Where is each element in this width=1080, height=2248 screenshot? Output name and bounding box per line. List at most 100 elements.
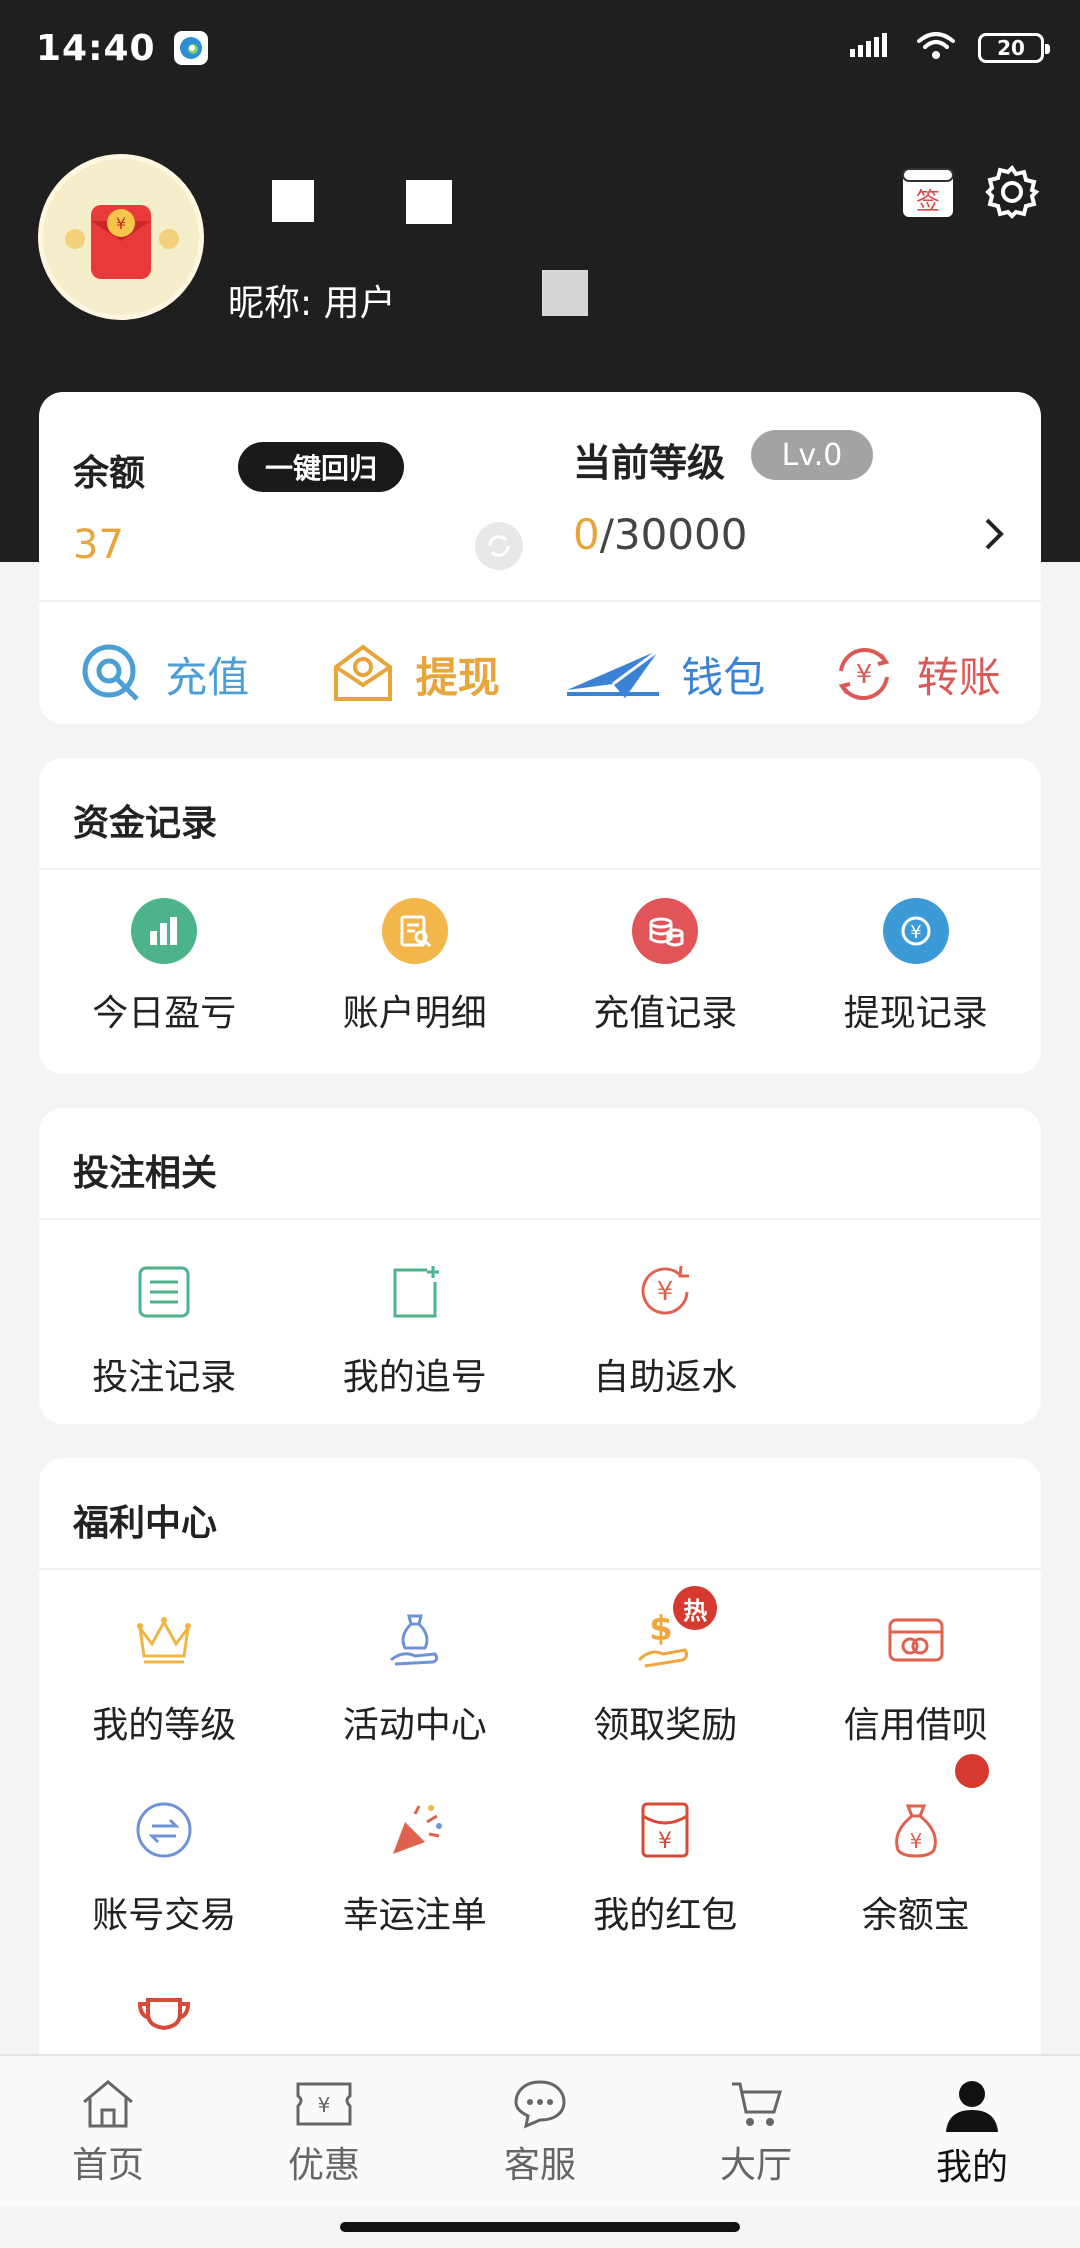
recharge-button[interactable]: 充值 bbox=[39, 624, 290, 724]
money-bag-icon: ¥ bbox=[880, 1794, 952, 1866]
wallet-button[interactable]: 钱包 bbox=[540, 624, 791, 724]
redacted-block bbox=[272, 180, 314, 222]
recharge-record-item[interactable]: 充值记录 bbox=[540, 898, 791, 1036]
level-target: /30000 bbox=[599, 510, 748, 559]
nav-home[interactable]: 首页 bbox=[0, 2056, 216, 2206]
svg-text:$: $ bbox=[649, 1609, 673, 1649]
account-trade-label: 账号交易 bbox=[92, 1895, 237, 1936]
home-indicator bbox=[340, 2222, 740, 2232]
balance-label: 余额 bbox=[73, 453, 146, 494]
withdraw-button[interactable]: 提现 bbox=[290, 624, 541, 724]
betting-grid: 投注记录 我的追号 ¥ 自助返水 bbox=[39, 1256, 1041, 1400]
bet-record-item[interactable]: 投注记录 bbox=[39, 1256, 290, 1400]
nav-home-label: 首页 bbox=[71, 2145, 144, 2186]
cart-icon bbox=[732, 2082, 783, 2126]
betting-card: 投注相关 投注记录 我的追号 ¥ 自助返水 bbox=[39, 1108, 1041, 1424]
level-badge: Lv.0 bbox=[751, 430, 873, 480]
withdraw-record-label: 提现记录 bbox=[843, 993, 988, 1034]
level-chevron-right-icon[interactable] bbox=[983, 514, 1007, 564]
settings-gear-icon[interactable] bbox=[982, 162, 1042, 222]
nav-promotions[interactable]: ¥ 优惠 bbox=[216, 2056, 432, 2206]
exchange-icon bbox=[128, 1794, 200, 1866]
trophy-icon bbox=[128, 1984, 200, 2056]
svg-text:¥: ¥ bbox=[318, 2093, 331, 2117]
welfare-section-title: 福利中心 bbox=[73, 1503, 218, 1544]
battery-indicator: 20 bbox=[978, 33, 1050, 63]
chat-icon bbox=[514, 2080, 566, 2129]
svg-text:¥: ¥ bbox=[116, 214, 126, 233]
signal-icon bbox=[850, 31, 894, 65]
self-rebate-item[interactable]: ¥ 自助返水 bbox=[540, 1256, 791, 1400]
crown-icon bbox=[128, 1604, 200, 1676]
my-chase-number-item[interactable]: 我的追号 bbox=[290, 1256, 541, 1400]
transfer-label: 转账 bbox=[916, 652, 1001, 702]
withdraw-label: 提现 bbox=[415, 652, 500, 702]
quick-actions-row: 充值 提现 钱包 ¥ 转账 bbox=[39, 624, 1041, 724]
bottom-navigation: 首页 ¥ 优惠 客服 大厅 我的 bbox=[0, 2054, 1080, 2206]
lucky-bet-label: 幸运注单 bbox=[342, 1895, 487, 1936]
self-rebate-label: 自助返水 bbox=[593, 1357, 738, 1398]
transfer-icon: ¥ bbox=[838, 647, 890, 701]
withdraw-record-icon: ¥ bbox=[882, 898, 949, 964]
credit-loan-item[interactable]: 信用借呗 bbox=[791, 1604, 1042, 1748]
status-time: 14:40 bbox=[36, 27, 156, 69]
my-level-item[interactable]: 我的等级 bbox=[39, 1604, 290, 1748]
coupon-icon: ¥ bbox=[296, 2082, 352, 2126]
claim-reward-item[interactable]: $ 热 领取奖励 bbox=[540, 1586, 791, 1748]
recharge-label: 充值 bbox=[165, 652, 250, 702]
nav-customer-service[interactable]: 客服 bbox=[432, 2056, 648, 2206]
activity-center-item[interactable]: 活动中心 bbox=[290, 1604, 541, 1748]
redacted-block bbox=[406, 180, 452, 224]
status-bar: 14:40 20 bbox=[0, 0, 1080, 96]
nav-mine[interactable]: 我的 bbox=[864, 2056, 1080, 2206]
funds-record-card: 资金记录 今日盈亏 账户明细 充值记录 ¥ 提现记录 bbox=[39, 758, 1041, 1074]
balance-value: 37 bbox=[73, 522, 124, 568]
nav-lobby[interactable]: 大厅 bbox=[648, 2056, 864, 2206]
balance-treasure-label: 余额宝 bbox=[861, 1895, 970, 1936]
balance-treasure-item[interactable]: ¥ 余额宝 bbox=[791, 1754, 1042, 1938]
edge-browser-icon bbox=[173, 31, 208, 65]
account-details-label: 账户明细 bbox=[342, 993, 487, 1034]
redacted-block bbox=[542, 270, 588, 316]
home-icon bbox=[83, 2080, 133, 2128]
account-trade-item[interactable]: 账号交易 bbox=[39, 1794, 290, 1938]
withdraw-icon bbox=[333, 644, 392, 701]
funds-section-title: 资金记录 bbox=[73, 803, 218, 844]
level-label: 当前等级 bbox=[573, 441, 726, 485]
lucky-bet-item[interactable]: 幸运注单 bbox=[290, 1794, 541, 1938]
one-click-return-button[interactable]: 一键回归 bbox=[238, 442, 404, 492]
divider bbox=[39, 1568, 1041, 1570]
level-progress: 0/30000 bbox=[573, 510, 748, 559]
user-icon bbox=[946, 2081, 998, 2132]
reward-icon: $ 热 bbox=[629, 1586, 718, 1676]
sign-in-calendar-icon[interactable]: 签 bbox=[898, 162, 958, 222]
recharge-icon bbox=[82, 644, 140, 701]
nav-lobby-label: 大厅 bbox=[719, 2145, 792, 2186]
wallet-icon bbox=[567, 648, 661, 698]
coins-icon bbox=[632, 898, 699, 964]
withdraw-record-item[interactable]: ¥ 提现记录 bbox=[791, 898, 1042, 1036]
svg-text:¥: ¥ bbox=[855, 660, 872, 690]
account-details-item[interactable]: 账户明细 bbox=[290, 898, 541, 1036]
transfer-button[interactable]: ¥ 转账 bbox=[791, 624, 1042, 724]
document-icon bbox=[381, 898, 448, 964]
welfare-center-card: 福利中心 我的等级 活动中心 $ 热 领取奖励 信用借呗 账号交易 幸运注单 ¥… bbox=[39, 1458, 1041, 2078]
refresh-icon[interactable] bbox=[475, 522, 523, 570]
hot-badge: 热 bbox=[673, 1586, 718, 1630]
wallet-label: 钱包 bbox=[681, 652, 766, 702]
avatar[interactable]: ¥ bbox=[38, 154, 204, 320]
welfare-grid: 我的等级 活动中心 $ 热 领取奖励 信用借呗 账号交易 幸运注单 ¥ 我的红包… bbox=[39, 1586, 1042, 2056]
trophy-item[interactable] bbox=[39, 1984, 290, 2056]
my-chase-number-label: 我的追号 bbox=[342, 1357, 487, 1398]
credit-loan-label: 信用借呗 bbox=[843, 1705, 988, 1746]
svg-text:¥: ¥ bbox=[909, 1829, 922, 1853]
my-red-envelope-item[interactable]: ¥ 我的红包 bbox=[540, 1794, 791, 1938]
red-envelope-icon: ¥ bbox=[629, 1794, 701, 1866]
today-profit-loss-item[interactable]: 今日盈亏 bbox=[39, 898, 290, 1036]
recharge-record-label: 充值记录 bbox=[593, 993, 738, 1034]
betting-section-title: 投注相关 bbox=[73, 1153, 218, 1194]
rebate-icon: ¥ bbox=[629, 1256, 701, 1328]
divider bbox=[39, 1218, 1041, 1220]
list-icon bbox=[128, 1256, 200, 1328]
svg-text:签: 签 bbox=[916, 187, 940, 215]
